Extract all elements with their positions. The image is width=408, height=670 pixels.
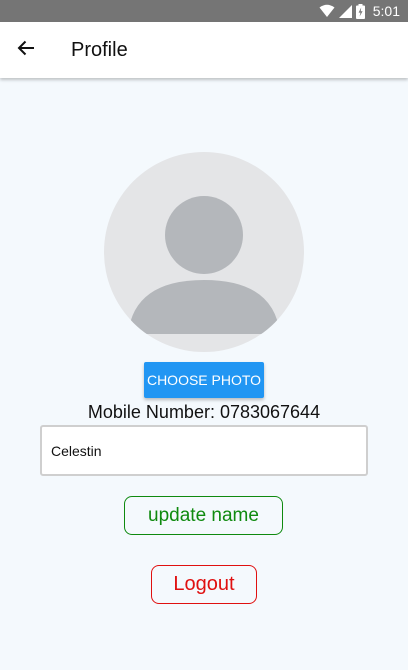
- app-bar: Profile: [0, 22, 408, 78]
- page-title: Profile: [71, 38, 128, 61]
- mobile-number-line: Mobile Number: 0783067644: [0, 400, 408, 424]
- wifi-icon: [319, 4, 335, 18]
- logout-button[interactable]: Logout: [151, 565, 257, 604]
- default-person-avatar-icon: [104, 152, 304, 352]
- back-button[interactable]: [2, 26, 50, 74]
- choose-photo-button[interactable]: CHOOSE PHOTO: [144, 362, 264, 398]
- status-time: 5:01: [372, 3, 400, 19]
- mobile-number-label: Mobile Number:: [87, 402, 215, 422]
- cellular-signal-icon: [338, 4, 352, 18]
- arrow-left-icon: [17, 40, 35, 61]
- battery-charging-icon: [355, 3, 365, 19]
- avatar[interactable]: [104, 152, 304, 352]
- status-bar: 5:01: [0, 0, 408, 22]
- name-input[interactable]: [40, 425, 368, 476]
- update-name-button[interactable]: update name: [124, 496, 283, 535]
- mobile-number-value: 0783067644: [219, 402, 321, 422]
- status-icons: 5:01: [319, 3, 400, 19]
